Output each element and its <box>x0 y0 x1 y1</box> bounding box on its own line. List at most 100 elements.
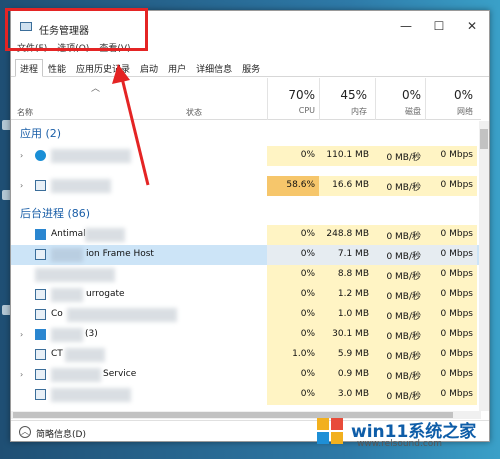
row-memory: 1.0 MB <box>337 309 369 319</box>
maximize-button[interactable]: ☐ <box>424 17 454 35</box>
process-row[interactable]: Co 0% 1.0 MB 0 MB/秒 0 Mbps <box>11 305 481 325</box>
row-network: 0 Mbps <box>440 329 473 339</box>
row-memory: 3.0 MB <box>337 389 369 399</box>
column-status[interactable]: 状态 <box>186 107 202 118</box>
row-disk: 0 MB/秒 <box>386 372 421 382</box>
row-disk: 0 MB/秒 <box>386 183 421 193</box>
row-cpu: 0% <box>300 309 315 319</box>
column-disk[interactable]: 磁盘 <box>375 106 421 117</box>
redacted-name <box>51 248 83 262</box>
redacted-name <box>51 179 111 193</box>
vertical-scroll-thumb[interactable] <box>480 129 488 149</box>
minimize-button[interactable]: — <box>391 17 421 35</box>
process-row-selected[interactable]: ion Frame Host 0% 7.1 MB 0 MB/秒 0 Mbps <box>11 245 481 265</box>
redacted-name <box>51 388 131 402</box>
tab-app-history[interactable]: 应用历史记录 <box>71 59 135 76</box>
app-icon <box>35 289 46 300</box>
row-memory: 248.8 MB <box>326 229 369 239</box>
disk-total: 0% <box>401 88 421 102</box>
row-disk: 0 MB/秒 <box>386 332 421 342</box>
row-disk: 0 MB/秒 <box>386 292 421 302</box>
task-manager-window: 任务管理器 — ☐ ✕ 文件(F) 选项(O) 查看(V) 进程 性能 应用历史… <box>10 10 490 442</box>
process-row[interactable]: urrogate 0% 1.2 MB 0 MB/秒 0 Mbps <box>11 285 481 305</box>
watermark-url: www.relsound.com <box>357 439 443 449</box>
row-name: ion Frame Host <box>86 249 154 259</box>
column-memory[interactable]: 内存 <box>319 106 367 117</box>
row-network: 0 Mbps <box>440 249 473 259</box>
cpu-total: 70% <box>288 88 315 102</box>
fewer-details-link[interactable]: 简略信息(D) <box>36 427 86 440</box>
column-network[interactable]: 网络 <box>425 106 473 117</box>
process-row[interactable]: › 58.6% 16.6 MB 0 MB/秒 0 Mbps <box>11 176 481 196</box>
sort-chevron-icon[interactable]: ︿ <box>91 81 100 94</box>
row-memory: 30.1 MB <box>332 329 369 339</box>
row-cpu: 0% <box>300 329 315 339</box>
group-apps: 应用 (2) <box>20 127 62 140</box>
process-row[interactable]: › (3) 0% 30.1 MB 0 MB/秒 0 Mbps <box>11 325 481 345</box>
app-icon <box>35 389 46 400</box>
tab-performance[interactable]: 性能 <box>43 59 71 76</box>
tab-strip: 进程 性能 应用历史记录 启动 用户 详细信息 服务 <box>11 59 489 77</box>
row-cpu: 0% <box>300 289 315 299</box>
process-row[interactable]: 0% 8.8 MB 0 MB/秒 0 Mbps <box>11 265 481 285</box>
redacted-name <box>35 268 115 282</box>
process-row[interactable]: 0% 3.0 MB 0 MB/秒 0 Mbps <box>11 385 481 405</box>
process-row[interactable]: › 0% 110.1 MB 0 MB/秒 0 Mbps <box>11 146 481 166</box>
row-name: urrogate <box>86 289 125 299</box>
expand-chevron-icon[interactable]: › <box>20 181 23 190</box>
row-cpu: 1.0% <box>292 349 315 359</box>
row-network: 0 Mbps <box>440 180 473 190</box>
app-icon <box>35 349 46 360</box>
collapse-chevron-icon[interactable]: ︿ <box>19 426 31 438</box>
redacted-name <box>51 368 101 382</box>
tab-details[interactable]: 详细信息 <box>191 59 237 76</box>
process-row[interactable]: CT 1.0% 5.9 MB 0 MB/秒 0 Mbps <box>11 345 481 365</box>
row-disk: 0 MB/秒 <box>386 232 421 242</box>
row-memory: 110.1 MB <box>326 150 369 160</box>
app-icon <box>35 329 46 340</box>
row-cpu: 0% <box>300 229 315 239</box>
row-name: Co <box>51 309 63 319</box>
row-disk: 0 MB/秒 <box>386 312 421 322</box>
close-button[interactable]: ✕ <box>457 17 487 35</box>
row-name: Service <box>103 369 137 379</box>
row-disk: 0 MB/秒 <box>386 272 421 282</box>
row-cpu: 0% <box>300 269 315 279</box>
row-name: Antimal <box>51 229 86 239</box>
row-name: CT <box>51 349 63 359</box>
row-cpu: 0% <box>300 389 315 399</box>
tab-processes[interactable]: 进程 <box>15 59 44 77</box>
row-name: (3) <box>85 329 98 339</box>
expand-chevron-icon[interactable]: › <box>20 330 23 339</box>
tab-startup[interactable]: 启动 <box>135 59 163 76</box>
network-total: 0% <box>453 88 473 102</box>
annotation-box <box>5 8 148 51</box>
row-network: 0 Mbps <box>440 389 473 399</box>
edge-icon <box>35 150 46 161</box>
expand-chevron-icon[interactable]: › <box>20 370 23 379</box>
column-name[interactable]: 名称 <box>17 107 33 118</box>
column-cpu[interactable]: CPU <box>267 106 315 115</box>
redacted-name <box>65 348 105 362</box>
process-row[interactable]: › Service 0% 0.9 MB 0 MB/秒 0 Mbps <box>11 365 481 385</box>
row-network: 0 Mbps <box>440 269 473 279</box>
group-background: 后台进程 (86) <box>20 207 91 220</box>
memory-total: 45% <box>340 88 367 102</box>
process-row[interactable]: Antimal 0% 248.8 MB 0 MB/秒 0 Mbps <box>11 225 481 245</box>
row-cpu: 0% <box>300 150 315 160</box>
row-memory: 7.1 MB <box>337 249 369 259</box>
vertical-scrollbar[interactable] <box>479 121 489 411</box>
row-disk: 0 MB/秒 <box>386 352 421 362</box>
row-network: 0 Mbps <box>440 150 473 160</box>
row-network: 0 Mbps <box>440 289 473 299</box>
app-icon <box>35 180 46 191</box>
tab-services[interactable]: 服务 <box>237 59 265 76</box>
app-icon <box>35 249 46 260</box>
row-memory: 5.9 MB <box>337 349 369 359</box>
column-header: ︿ 名称 状态 70% CPU 45% 内存 0% 磁盘 0% 网络 <box>11 78 481 120</box>
expand-chevron-icon[interactable]: › <box>20 151 23 160</box>
tab-users[interactable]: 用户 <box>163 59 191 76</box>
row-memory: 16.6 MB <box>332 180 369 190</box>
redacted-name <box>51 149 131 163</box>
redacted-name <box>51 288 83 302</box>
